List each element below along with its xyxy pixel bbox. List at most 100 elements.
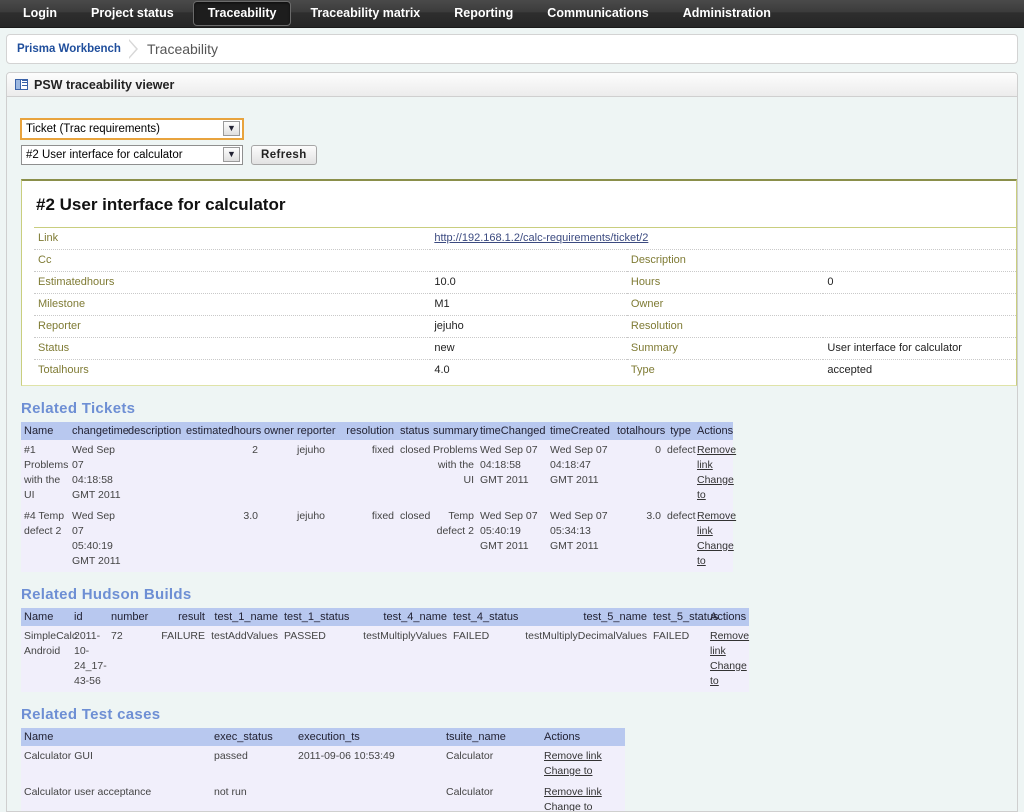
remove-link-link[interactable]: Remove link <box>544 749 622 764</box>
related-test-cases-section: Related Test cases Nameexec_statusexecut… <box>21 706 1017 812</box>
cell-summary: Problems with the UI <box>430 440 477 506</box>
column-header: exec_status <box>211 728 295 746</box>
portlet-title: PSW traceability viewer <box>34 78 174 92</box>
column-header: result <box>156 608 208 626</box>
artifact-type-select-wrap: Ticket (Trac requirements) ▼ <box>21 119 243 139</box>
change-to-link[interactable]: Change to <box>544 764 622 779</box>
cell-name: SimpleCalc Android <box>21 626 71 692</box>
detail-value: jejuho <box>430 316 627 338</box>
detail-row: Totalhours4.0Typeaccepted <box>34 360 1018 382</box>
nav-item-communications[interactable]: Communications <box>532 1 663 26</box>
breadcrumb-separator-icon <box>123 35 145 63</box>
column-header: test_5_name <box>521 608 650 626</box>
traceability-viewer-portlet: PSW traceability viewer Ticket (Trac req… <box>6 72 1018 812</box>
artifact-item-select[interactable]: #2 User interface for calculator <box>21 145 243 165</box>
cell-test_1_name: testAddValues <box>208 626 281 692</box>
detail-value: new <box>430 338 627 360</box>
column-header: summary <box>430 422 477 440</box>
column-header: Name <box>21 422 69 440</box>
cell-number: 72 <box>108 626 156 692</box>
column-header: execution_ts <box>295 728 443 746</box>
column-header: type <box>664 422 694 440</box>
change-to-link[interactable]: Change to <box>697 539 730 569</box>
cell-resolution: fixed <box>340 440 397 506</box>
cell-estimatedhours: 3.0 <box>183 506 261 572</box>
detail-value: User interface for calculator <box>823 338 1018 360</box>
nav-item-traceability-matrix[interactable]: Traceability matrix <box>295 1 435 26</box>
cell-resolution: fixed <box>340 506 397 572</box>
detail-label: Totalhours <box>34 360 430 382</box>
top-navigation-bar: LoginProject statusTraceabilityTraceabil… <box>0 0 1024 28</box>
cell-exec_status: passed <box>211 746 295 782</box>
related-test-cases-table: Nameexec_statusexecution_tstsuite_nameAc… <box>21 728 625 812</box>
detail-label: Owner <box>627 294 824 316</box>
column-header: status <box>397 422 430 440</box>
detail-label: Summary <box>627 338 824 360</box>
cell-type: defect <box>664 506 694 572</box>
breadcrumb-root-link[interactable]: Prisma Workbench <box>17 43 121 55</box>
related-tickets-section: Related Tickets Namechangetimedescriptio… <box>21 400 1017 572</box>
related-hudson-builds-table: Nameidnumberresulttest_1_nametest_1_stat… <box>21 608 749 692</box>
detail-value <box>430 250 627 272</box>
cell-status: closed <box>397 506 430 572</box>
remove-link-link[interactable]: Remove link <box>710 629 746 659</box>
ticket-external-link[interactable]: http://192.168.1.2/calc-requirements/tic… <box>434 232 648 244</box>
related-tickets-table: Namechangetimedescriptionestimatedhourso… <box>21 422 733 572</box>
detail-row: ReporterjejuhoResolution <box>34 316 1018 338</box>
column-header: Actions <box>694 422 733 440</box>
detail-row: StatusnewSummaryUser interface for calcu… <box>34 338 1018 360</box>
cell-execution_ts: 2011-09-06 10:53:49 <box>295 746 443 782</box>
nav-item-traceability[interactable]: Traceability <box>193 1 292 26</box>
remove-link-link[interactable]: Remove link <box>697 509 730 539</box>
cell-timeChanged: Wed Sep 07 05:40:19 GMT 2011 <box>477 506 547 572</box>
nav-item-reporting[interactable]: Reporting <box>439 1 528 26</box>
detail-value: accepted <box>823 360 1018 382</box>
column-header: totalhours <box>614 422 664 440</box>
cell-type: defect <box>664 440 694 506</box>
table-row: SimpleCalc Android2011-10-24_17-43-5672F… <box>21 626 749 692</box>
detail-row: Link http://192.168.1.2/calc-requirements… <box>34 228 1018 250</box>
nav-item-administration[interactable]: Administration <box>668 1 786 26</box>
detail-label: Resolution <box>627 316 824 338</box>
change-to-link[interactable]: Change to <box>710 659 746 689</box>
related-tickets-title: Related Tickets <box>21 400 1017 417</box>
cell-name: Calculator GUI <box>21 746 211 782</box>
cell-description <box>125 506 183 572</box>
table-row: #4 Temp defect 2Wed Sep 07 05:40:19 GMT … <box>21 506 733 572</box>
detail-label: Status <box>34 338 430 360</box>
detail-row: MilestoneM1Owner <box>34 294 1018 316</box>
detail-value: 10.0 <box>430 272 627 294</box>
cell-changetime: Wed Sep 07 05:40:19 GMT 2011 <box>69 506 125 572</box>
refresh-button[interactable]: Refresh <box>251 145 317 165</box>
detail-value: 4.0 <box>430 360 627 382</box>
detail-row: Estimatedhours10.0Hours0 <box>34 272 1018 294</box>
column-header: tsuite_name <box>443 728 541 746</box>
viewer-controls: Ticket (Trac requirements) ▼ #2 User int… <box>7 97 1017 171</box>
detail-label: Type <box>627 360 824 382</box>
cell-test_5_name: testMultiplyDecimalValues <box>521 626 650 692</box>
cell-timeChanged: Wed Sep 07 04:18:58 GMT 2011 <box>477 440 547 506</box>
detail-value: 0 <box>823 272 1018 294</box>
artifact-detail-panel: #2 User interface for calculator Linkhtt… <box>21 179 1017 386</box>
artifact-detail-title: #2 User interface for calculator <box>36 195 1016 215</box>
column-header: Actions <box>541 728 625 746</box>
row-actions: Remove linkChange to <box>694 440 733 506</box>
nav-item-project-status[interactable]: Project status <box>76 1 189 26</box>
nav-item-login[interactable]: Login <box>8 1 72 26</box>
remove-link-link[interactable]: Remove link <box>697 443 730 473</box>
detail-value <box>823 294 1018 316</box>
related-hudson-builds-section: Related Hudson Builds Nameidnumberresult… <box>21 586 1017 692</box>
column-header: id <box>71 608 108 626</box>
change-to-link[interactable]: Change to <box>544 800 622 812</box>
remove-link-link[interactable]: Remove link <box>544 785 622 800</box>
table-row: #1 Problems with the UIWed Sep 07 04:18:… <box>21 440 733 506</box>
detail-value: M1 <box>430 294 627 316</box>
column-header: timeCreated <box>547 422 614 440</box>
grid-list-icon <box>15 79 28 90</box>
change-to-link[interactable]: Change to <box>697 473 730 503</box>
detail-value[interactable]: http://192.168.1.2/calc-requirements/tic… <box>430 228 1018 250</box>
table-row: Calculator GUIpassed2011-09-06 10:53:49 C… <box>21 746 625 782</box>
row-actions: Remove linkChange to <box>707 626 749 692</box>
detail-label: Link <box>34 228 430 250</box>
artifact-type-select[interactable]: Ticket (Trac requirements) <box>21 119 243 139</box>
